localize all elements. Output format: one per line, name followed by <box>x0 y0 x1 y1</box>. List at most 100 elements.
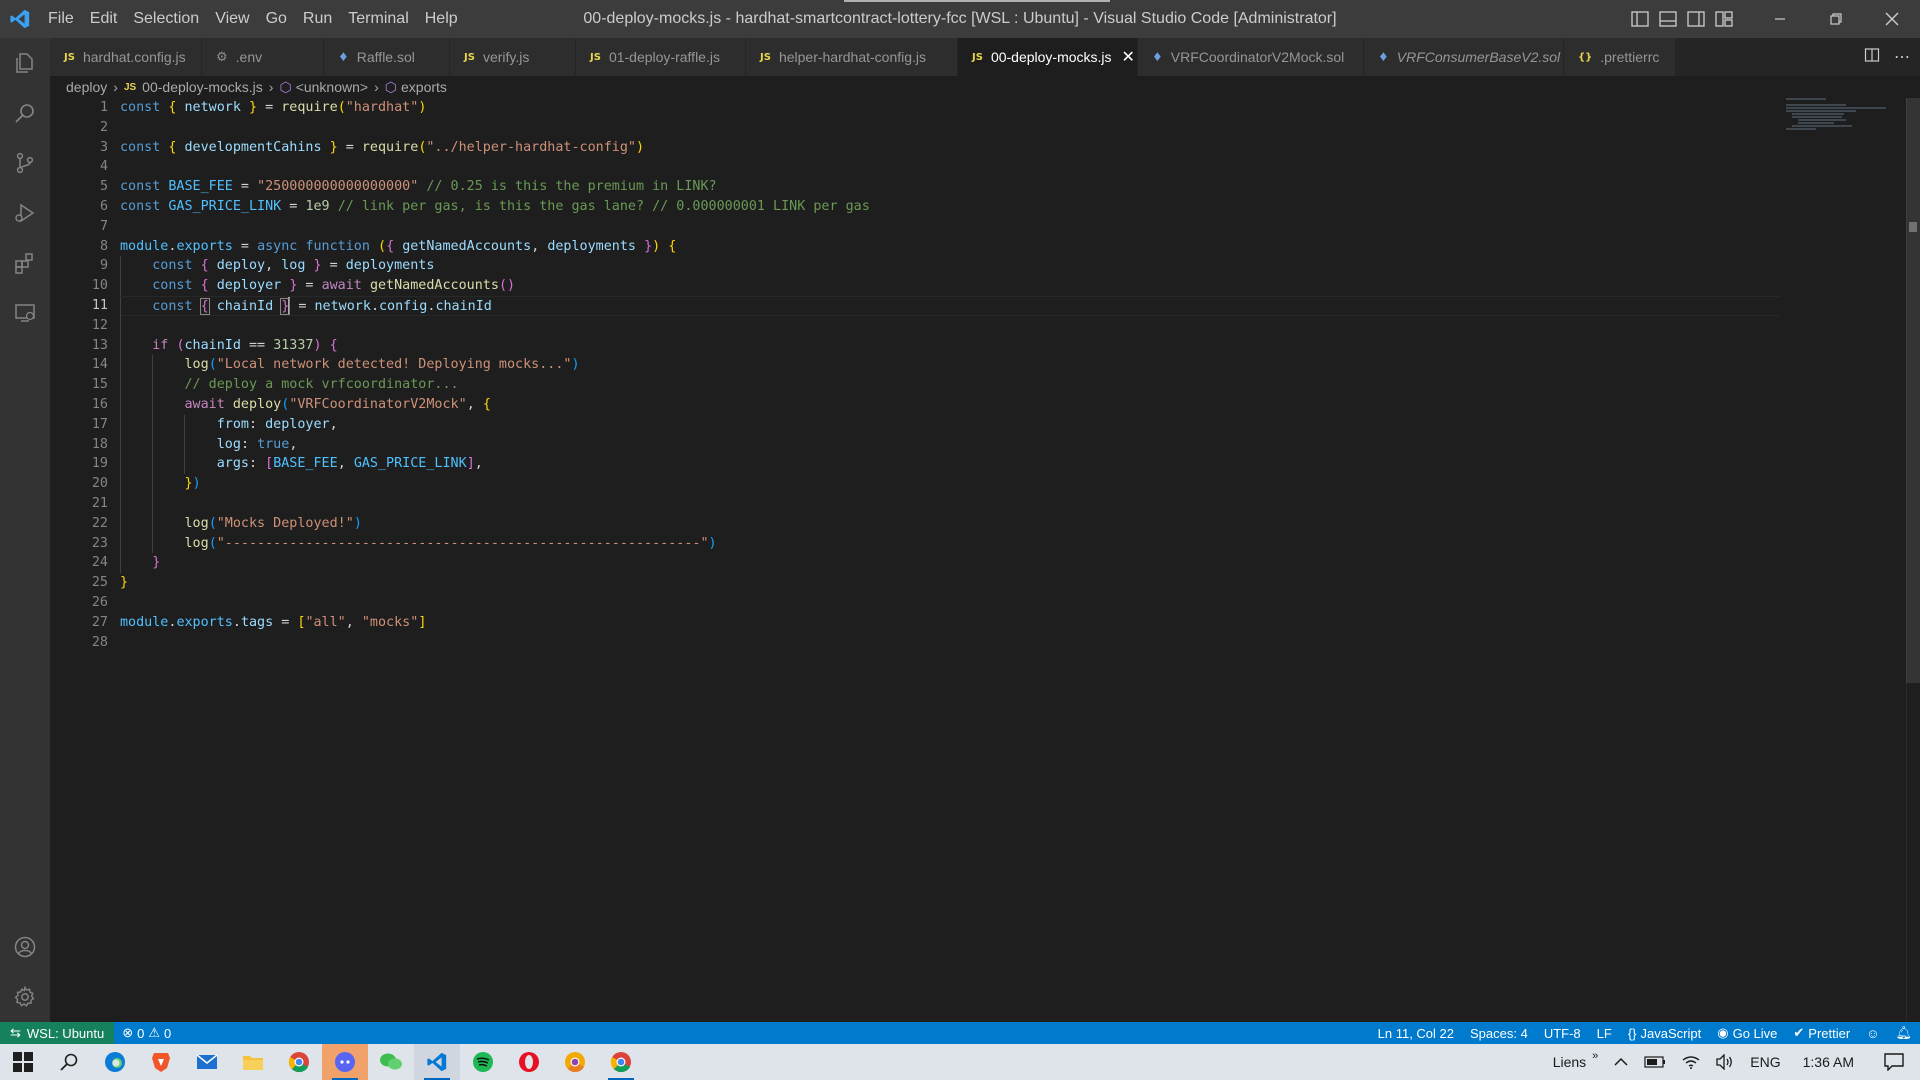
tab-hardhat-config[interactable]: JS hardhat.config.js <box>50 38 202 76</box>
spotify-icon[interactable] <box>460 1044 506 1080</box>
battery-icon[interactable] <box>1636 1056 1674 1068</box>
chevron-up-icon[interactable] <box>1606 1057 1636 1067</box>
toggle-sidebar-icon[interactable] <box>1626 0 1654 38</box>
minimap-line <box>1798 119 1846 121</box>
breadcrumb-symbol-unknown[interactable]: <unknown> <box>296 79 368 95</box>
close-window-button[interactable] <box>1864 0 1920 38</box>
tab-verify[interactable]: JS verify.js <box>450 38 576 76</box>
chrome-running-icon[interactable] <box>598 1044 644 1080</box>
vscode-taskbar-icon[interactable] <box>414 1044 460 1080</box>
prettier-status[interactable]: ✔ Prettier <box>1785 1025 1858 1041</box>
line-number: 9 <box>99 258 108 274</box>
broadcast-icon: ◉ <box>1717 1025 1729 1040</box>
scrollbar-thumb[interactable] <box>1906 98 1920 683</box>
code-lines[interactable]: const { network } = require("hardhat") c… <box>120 98 1780 652</box>
code-line: const { deployer } = await getNamedAccou… <box>120 276 1780 296</box>
tab-raffle-sol[interactable]: ♦ Raffle.sol <box>324 38 450 76</box>
line-number: 3 <box>99 139 108 155</box>
warning-count: 0 <box>164 1025 172 1041</box>
breadcrumb-symbol-exports[interactable]: exports <box>401 79 447 95</box>
encoding[interactable]: UTF-8 <box>1536 1026 1589 1041</box>
code-line <box>120 315 1780 336</box>
menu-file[interactable]: File <box>40 0 82 38</box>
tab-label: helper-hardhat-config.js <box>778 49 927 65</box>
taskbar-search-icon[interactable] <box>46 1044 92 1080</box>
toggle-secondary-sidebar-icon[interactable] <box>1682 0 1710 38</box>
tab-label: .env <box>235 49 263 65</box>
windows-start-icon[interactable] <box>0 1044 46 1080</box>
minimap[interactable] <box>1786 98 1906 158</box>
solidity-file-icon: ♦ <box>1152 50 1163 64</box>
problems-indicator[interactable]: ⊗ 0 ⚠ 0 <box>114 1025 179 1041</box>
chrome-icon[interactable] <box>276 1044 322 1080</box>
accounts-icon[interactable] <box>0 922 50 972</box>
edge-browser-icon[interactable] <box>92 1044 138 1080</box>
cursor-position[interactable]: Ln 11, Col 22 <box>1370 1026 1462 1041</box>
indentation[interactable]: Spaces: 4 <box>1462 1026 1536 1041</box>
opera-icon[interactable] <box>506 1044 552 1080</box>
menu-run[interactable]: Run <box>295 0 340 38</box>
notification-center-icon[interactable] <box>1868 1053 1920 1071</box>
breadcrumb-file[interactable]: 00-deploy-mocks.js <box>142 79 263 95</box>
remote-indicator[interactable]: ⇆ WSL: Ubuntu <box>0 1022 115 1044</box>
settings-gear-icon[interactable] <box>0 972 50 1022</box>
run-debug-icon[interactable] <box>0 188 50 238</box>
links-toolbar[interactable]: Liens » <box>1545 1050 1607 1070</box>
tab-01-deploy-raffle[interactable]: JS 01-deploy-raffle.js <box>576 38 746 76</box>
volume-icon[interactable] <box>1708 1054 1742 1070</box>
discord-icon[interactable] <box>322 1044 368 1080</box>
menu-selection[interactable]: Selection <box>125 0 207 38</box>
tab-vrfconsumerbasev2[interactable]: ♦ VRFConsumerBaseV2.sol <box>1364 38 1564 76</box>
input-language[interactable]: ENG <box>1742 1054 1788 1070</box>
go-live-button[interactable]: ◉ Go Live <box>1709 1025 1785 1041</box>
customize-layout-icon[interactable] <box>1710 0 1738 38</box>
editor-tab-bar: JS hardhat.config.js ⚙ .env ♦ Raffle.sol JS… <box>50 38 1920 76</box>
menu-help[interactable]: Help <box>417 0 466 38</box>
breadcrumb-folder[interactable]: deploy <box>66 79 107 95</box>
minimap-line <box>1798 122 1834 124</box>
menu-go[interactable]: Go <box>258 0 295 38</box>
extensions-icon[interactable] <box>0 238 50 288</box>
clock[interactable]: 1:36 AM <box>1789 1054 1868 1070</box>
tab-prettierrc[interactable]: {} .prettierrc <box>1564 38 1676 76</box>
line-number: 26 <box>91 594 108 610</box>
menu-edit[interactable]: Edit <box>82 0 126 38</box>
end-of-line[interactable]: LF <box>1589 1026 1620 1041</box>
brave-browser-icon[interactable] <box>138 1044 184 1080</box>
toggle-panel-icon[interactable] <box>1654 0 1682 38</box>
solidity-file-icon: ♦ <box>338 50 349 64</box>
language-mode[interactable]: {} JavaScript <box>1620 1026 1709 1041</box>
explorer-icon[interactable] <box>0 38 50 88</box>
menu-view[interactable]: View <box>207 0 257 38</box>
warning-icon: ⚠ <box>148 1025 161 1040</box>
vertical-scrollbar[interactable] <box>1906 98 1920 1022</box>
remote-explorer-icon[interactable] <box>0 288 50 338</box>
menu-terminal[interactable]: Terminal <box>340 0 416 38</box>
file-explorer-icon[interactable] <box>230 1044 276 1080</box>
tab-00-deploy-mocks[interactable]: JS 00-deploy-mocks.js ✕ <box>958 38 1138 76</box>
split-editor-icon[interactable] <box>1864 47 1880 68</box>
line-number: 21 <box>91 495 108 511</box>
wechat-icon[interactable] <box>368 1044 414 1080</box>
language-label: JavaScript <box>1640 1025 1702 1041</box>
chrome-canary-icon[interactable] <box>552 1044 598 1080</box>
search-icon[interactable] <box>0 88 50 138</box>
source-control-icon[interactable] <box>0 138 50 188</box>
notifications-bell-icon[interactable]: 🔔︎ <box>1887 1025 1920 1041</box>
tab-env[interactable]: ⚙ .env <box>202 38 324 76</box>
minimap-line <box>1786 98 1826 100</box>
tab-vrfcoordinatorv2mock[interactable]: ♦ VRFCoordinatorV2Mock.sol <box>1138 38 1364 76</box>
mail-icon[interactable] <box>184 1044 230 1080</box>
minimize-button[interactable] <box>1752 0 1808 38</box>
more-actions-icon[interactable]: ⋯ <box>1894 47 1910 67</box>
feedback-icon[interactable]: ☺ <box>1858 1026 1887 1041</box>
tab-helper-hardhat-config[interactable]: JS helper-hardhat-config.js <box>746 38 958 76</box>
code-line: log: true, <box>120 434 1780 455</box>
links-label: Liens <box>1552 1054 1587 1070</box>
restore-button[interactable] <box>1808 0 1864 38</box>
wifi-icon[interactable] <box>1674 1055 1708 1069</box>
code-editor[interactable]: 1 2 3 4 5 6 7 8 9 10 11 12 13 14 15 16 1… <box>50 98 1920 1022</box>
close-tab-icon[interactable]: ✕ <box>1122 47 1135 67</box>
menu-bar: File Edit Selection View Go Run Terminal… <box>40 0 466 38</box>
